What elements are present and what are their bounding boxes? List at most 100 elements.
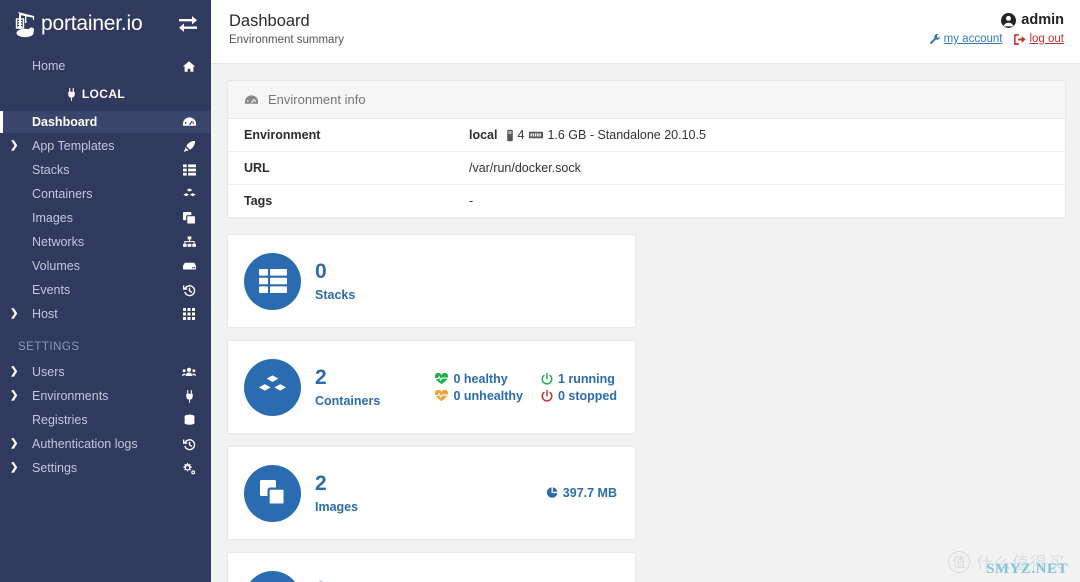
exchange-arrows-icon[interactable] bbox=[178, 14, 198, 32]
row-key: Tags bbox=[228, 185, 453, 218]
sidebar-item-label: Events bbox=[22, 283, 181, 297]
row-key: Environment bbox=[228, 119, 453, 152]
containers-label: Containers bbox=[315, 394, 380, 408]
database-icon bbox=[181, 413, 197, 427]
sidebar-item-home[interactable]: Home bbox=[0, 55, 211, 77]
cpu-count: 4 bbox=[518, 128, 525, 142]
memory-info: 1.6 GB - Standalone 20.10.5 bbox=[529, 128, 705, 142]
chevron-right-icon: ❯ bbox=[8, 141, 22, 151]
table-row: URL /var/run/docker.sock bbox=[228, 152, 1065, 185]
sidebar-item-label: Authentication logs bbox=[22, 437, 181, 451]
images-size: 397.7 MB bbox=[546, 486, 617, 500]
cpu-icon bbox=[506, 129, 514, 142]
my-account-label: my account bbox=[944, 33, 1003, 45]
user-circle-icon bbox=[1001, 13, 1016, 28]
sidebar-item-containers[interactable]: Containers bbox=[0, 183, 211, 205]
sidebar-section-settings: SETTINGS bbox=[0, 337, 211, 357]
power-icon bbox=[541, 373, 553, 385]
sidebar-item-label: Home bbox=[22, 59, 181, 73]
sidebar-item-stacks[interactable]: Stacks bbox=[0, 159, 211, 181]
user-menu: admin my account log out bbox=[930, 11, 1064, 45]
chevron-right-icon: ❯ bbox=[8, 309, 22, 319]
sidebar-item-volumes[interactable]: Volumes bbox=[0, 255, 211, 277]
home-icon bbox=[181, 59, 197, 73]
sidebar-item-label: Images bbox=[22, 211, 181, 225]
portainer-app: portainer.io Home LOCAL Dashboard bbox=[0, 0, 1080, 582]
images-card[interactable]: 2 Images 397.7 MB bbox=[227, 446, 636, 540]
log-out-link[interactable]: log out bbox=[1014, 33, 1064, 45]
status-healthy-label: 0 healthy bbox=[453, 372, 507, 386]
cpu-info: 4 bbox=[506, 128, 525, 142]
sidebar-item-images[interactable]: Images bbox=[0, 207, 211, 229]
power-icon bbox=[541, 390, 553, 402]
th-icon bbox=[181, 307, 197, 321]
sidebar-item-host[interactable]: ❯ Host bbox=[0, 303, 211, 325]
containers-card[interactable]: 2 Containers 0 healthy bbox=[227, 340, 636, 434]
sidebar-item-label: Dashboard bbox=[22, 115, 181, 129]
environment-info-table: Environment local 4 bbox=[228, 119, 1065, 217]
sidebar-item-registries[interactable]: Registries bbox=[0, 409, 211, 431]
row-key: URL bbox=[228, 152, 453, 185]
status-running[interactable]: 1 running bbox=[541, 372, 617, 386]
pie-chart-icon bbox=[546, 487, 558, 499]
table-row: Tags - bbox=[228, 185, 1065, 218]
log-out-label: log out bbox=[1029, 33, 1064, 45]
users-icon bbox=[181, 365, 197, 379]
containers-count: 2 bbox=[315, 366, 380, 390]
th-list-icon bbox=[244, 253, 301, 310]
status-stopped-label: 0 stopped bbox=[558, 389, 617, 403]
dashboard-content: Environment info Environment local bbox=[211, 64, 1080, 582]
sidebar-item-networks[interactable]: Networks bbox=[0, 231, 211, 253]
table-row: Environment local 4 bbox=[228, 119, 1065, 152]
brand-logo[interactable]: portainer.io bbox=[0, 0, 211, 47]
user-name-label: admin bbox=[1021, 12, 1064, 28]
cubes-icon bbox=[244, 359, 301, 416]
memory-value: 1.6 GB - Standalone 20.10.5 bbox=[547, 128, 705, 142]
stacks-card[interactable]: 0 Stacks bbox=[227, 234, 636, 328]
sidebar-local-environment: LOCAL bbox=[0, 83, 211, 105]
portainer-crane-logo-icon bbox=[14, 9, 40, 39]
volumes-count: 0 bbox=[315, 578, 366, 582]
sidebar-item-dashboard[interactable]: Dashboard bbox=[0, 111, 211, 133]
plug-icon bbox=[181, 389, 197, 403]
my-account-link[interactable]: my account bbox=[930, 33, 1003, 45]
sidebar-item-label: Environments bbox=[22, 389, 181, 403]
sidebar-item-events[interactable]: Events bbox=[0, 279, 211, 301]
volumes-card[interactable]: 0 Volumes bbox=[227, 552, 636, 582]
sidebar-item-environments[interactable]: ❯ Environments bbox=[0, 385, 211, 407]
heartbeat-icon bbox=[435, 373, 448, 385]
tachometer-icon bbox=[181, 115, 197, 129]
status-running-label: 1 running bbox=[558, 372, 615, 386]
sidebar-item-label: Host bbox=[22, 307, 181, 321]
sidebar-item-label: Containers bbox=[22, 187, 181, 201]
page-heading: Dashboard Environment summary bbox=[229, 11, 344, 46]
status-unhealthy[interactable]: 0 unhealthy bbox=[435, 389, 522, 403]
watermark-site: SMYZ.NET bbox=[986, 561, 1068, 578]
topbar: Dashboard Environment summary admin my a… bbox=[211, 0, 1080, 64]
environment-name: local bbox=[469, 128, 498, 142]
environment-info-panel: Environment info Environment local bbox=[227, 80, 1066, 218]
memory-icon bbox=[529, 130, 543, 140]
cubes-icon bbox=[181, 187, 197, 201]
hdd-icon bbox=[244, 571, 301, 582]
user-name-row: admin bbox=[930, 12, 1064, 28]
sidebar-local-label: LOCAL bbox=[82, 87, 125, 101]
status-unhealthy-label: 0 unhealthy bbox=[453, 389, 522, 403]
status-healthy[interactable]: 0 healthy bbox=[435, 372, 522, 386]
history-icon bbox=[181, 437, 197, 451]
sidebar-item-label: Stacks bbox=[22, 163, 181, 177]
plug-icon bbox=[66, 88, 77, 101]
status-stopped[interactable]: 0 stopped bbox=[541, 389, 617, 403]
th-list-icon bbox=[181, 163, 197, 177]
history-icon bbox=[181, 283, 197, 297]
wrench-icon bbox=[930, 34, 941, 45]
chevron-right-icon: ❯ bbox=[8, 391, 22, 401]
environment-info-header: Environment info bbox=[228, 81, 1065, 119]
sidebar-item-users[interactable]: ❯ Users bbox=[0, 361, 211, 383]
rocket-icon bbox=[181, 139, 197, 153]
sidebar-item-settings[interactable]: ❯ Settings bbox=[0, 457, 211, 479]
sidebar-item-app-templates[interactable]: ❯ App Templates bbox=[0, 135, 211, 157]
stacks-count: 0 bbox=[315, 260, 355, 284]
sidebar-item-authentication-logs[interactable]: ❯ Authentication logs bbox=[0, 433, 211, 455]
dashboard-cards: 0 Stacks 2 Containers bbox=[227, 234, 1066, 582]
